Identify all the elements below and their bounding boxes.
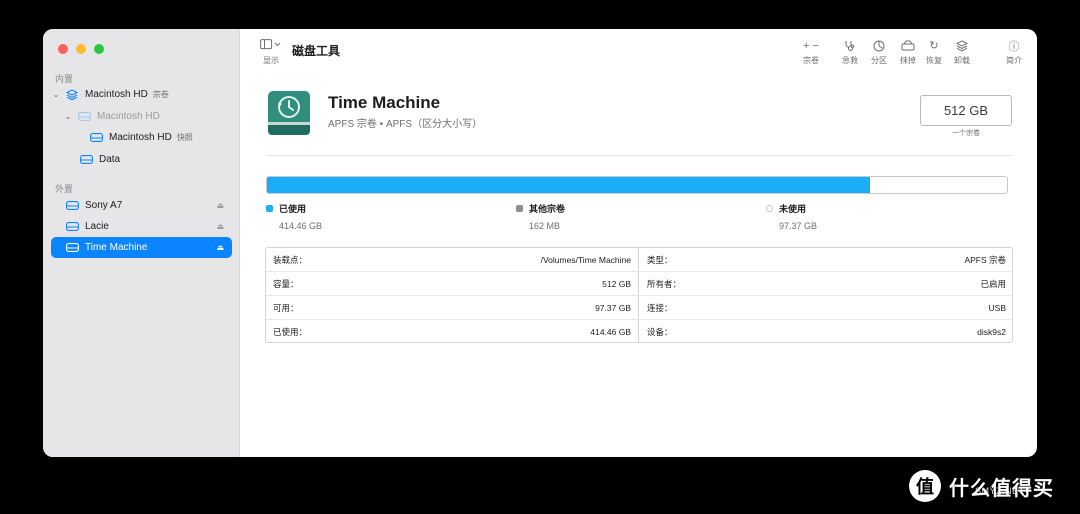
info-column-left: 装载点：/Volumes/Time Machine 容量： 512 GB 可用： 9… — [266, 248, 639, 342]
view-button[interactable]: 显示 — [256, 39, 286, 66]
info-row: 类型： APFS 宗卷 — [640, 248, 1013, 272]
volume-button[interactable]: + − 宗卷 — [797, 39, 825, 66]
eject-icon[interactable]: ⏏ — [216, 222, 224, 231]
eject-icon[interactable]: ⏏ — [216, 243, 224, 252]
zoom-button[interactable] — [94, 44, 104, 54]
legend-free: 未使用 97.37 GB — [766, 202, 817, 231]
sidebar: 内置 ⌄ Macintosh HD 宗卷 ⌄ Macintosh HD Maci… — [43, 29, 240, 457]
app-title: 磁盘工具 — [292, 44, 341, 58]
plus-minus-icon: + − — [803, 39, 819, 52]
legend-value: 162 MB — [529, 221, 561, 231]
legend-value: 414.46 GB — [279, 221, 323, 231]
capacity-subtitle: 一个宗卷 — [952, 130, 980, 137]
sidebar-item-lacie[interactable]: Lacie ⏏ — [51, 216, 232, 237]
sidebar-item-macintosh-hd-volume[interactable]: ⌄ Macintosh HD 宗卷 — [51, 84, 232, 105]
info-row: 容量： 512 GB — [266, 272, 638, 296]
unmount-button[interactable]: 卸载 — [948, 39, 976, 66]
external-drive-icon — [65, 222, 79, 232]
first-aid-button[interactable]: 急救 — [836, 39, 864, 66]
minimize-button[interactable] — [76, 44, 86, 54]
info-table: 装载点：/Volumes/Time Machine 容量： 512 GB 可用： 9… — [265, 247, 1013, 343]
legend-value: 97.37 GB — [779, 221, 818, 231]
restore-button[interactable]: ↻ 恢复 — [920, 39, 948, 66]
drive-icon — [77, 112, 91, 122]
usage-bar — [266, 176, 1008, 194]
partition-button[interactable]: 分区 — [865, 39, 893, 66]
sidebar-item-label: Macintosh HD — [85, 89, 148, 100]
info-icon: ⓘ — [1008, 40, 1020, 53]
sidebar-toggle-icon — [256, 39, 286, 52]
erase-icon — [894, 39, 922, 52]
sidebar-item-label: Data — [99, 154, 121, 165]
info-row: 连接： USB — [640, 296, 1013, 320]
volume-title: Time Machine — [328, 93, 441, 112]
volume-subtitle: APFS 宗卷 • APFS（区分大小写） — [328, 119, 483, 130]
restore-icon: ↻ — [929, 40, 939, 52]
eject-icon[interactable]: ⏏ — [216, 201, 224, 210]
watermark-url: SMYZ.NET — [975, 486, 1025, 496]
sidebar-item-label: Macintosh HD — [109, 132, 172, 143]
divider — [266, 155, 1012, 156]
disk-utility-window: 内置 ⌄ Macintosh HD 宗卷 ⌄ Macintosh HD Maci… — [43, 29, 1037, 457]
time-machine-disk-icon — [266, 89, 312, 142]
sidebar-item-time-machine[interactable]: Time Machine ⏏ — [51, 237, 232, 258]
info-row: 可用： 97.37 GB — [266, 296, 638, 320]
sidebar-item-label: Lacie — [85, 221, 109, 232]
legend-used: 已使用 414.46 GB — [266, 202, 322, 231]
sidebar-section-external: 外置 — [55, 184, 74, 194]
window-controls — [58, 44, 104, 54]
partition-icon — [865, 39, 893, 52]
info-row: 设备： disk9s2 — [647, 327, 1006, 337]
legend-other-volumes: 其他宗卷 162 MB — [516, 202, 565, 231]
sidebar-item-label: Macintosh HD — [97, 111, 160, 122]
legend-dot — [766, 205, 773, 212]
erase-button[interactable]: 抹掉 — [894, 39, 922, 66]
sidebar-item-macintosh-hd[interactable]: ⌄ Macintosh HD — [63, 106, 232, 127]
drive-icon — [89, 133, 103, 143]
unmount-icon — [948, 39, 976, 52]
info-button[interactable]: ⓘ 简介 — [1000, 39, 1028, 66]
layers-icon — [65, 88, 79, 100]
info-column-right: 类型： APFS 宗卷 所有者： 已启用 连接： USB 设备： disk9s2 — [640, 248, 1013, 342]
main-content: 显示 磁盘工具 + − 宗卷 急救 分区 抹掉 ↻ 恢复 卸载 ⓘ 简介 Tim… — [240, 29, 1037, 457]
sidebar-item-label: Sony A7 — [85, 200, 123, 211]
legend-dot — [516, 205, 523, 212]
chevron-down-icon[interactable]: ⌄ — [51, 90, 61, 99]
capacity-box: 512 GB — [920, 95, 1012, 126]
stethoscope-icon — [836, 39, 864, 52]
watermark-logo: 值 — [909, 470, 941, 502]
sidebar-item-sony-a7[interactable]: Sony A7 ⏏ — [51, 195, 232, 216]
chevron-down-icon[interactable]: ⌄ — [63, 112, 73, 121]
sidebar-item-data[interactable]: Data — [79, 149, 232, 170]
sidebar-item-sub: 快照 — [176, 133, 193, 142]
close-button[interactable] — [58, 44, 68, 54]
sidebar-item-label: Time Machine — [85, 242, 148, 253]
info-row: 所有者： 已启用 — [640, 272, 1013, 296]
external-drive-icon — [65, 201, 79, 211]
info-row: 装载点：/Volumes/Time Machine — [266, 248, 638, 272]
legend-dot — [266, 205, 273, 212]
usage-bar-used — [267, 177, 871, 193]
external-drive-icon — [65, 243, 79, 253]
view-label: 显示 — [263, 56, 279, 65]
toolbar: 显示 磁盘工具 + − 宗卷 急救 分区 抹掉 ↻ 恢复 卸载 ⓘ 简介 — [240, 29, 1037, 71]
sidebar-item-macintosh-hd-snapshot[interactable]: Macintosh HD 快照 — [89, 127, 232, 148]
info-row: 已使用： 414.46 GB — [273, 327, 631, 337]
sidebar-item-sub: 宗卷 — [152, 90, 169, 99]
drive-icon — [79, 155, 93, 165]
